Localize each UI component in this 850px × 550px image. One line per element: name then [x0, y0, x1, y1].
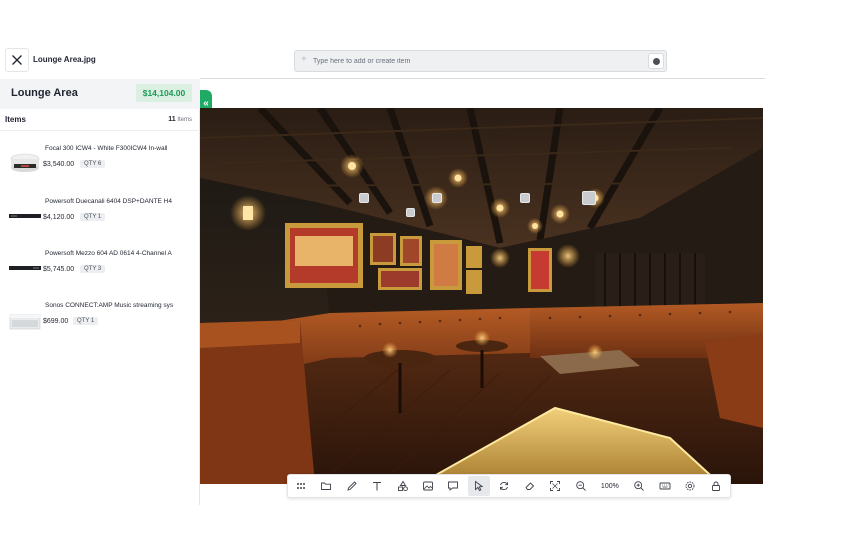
zoom-out-tool[interactable] — [570, 476, 592, 496]
lock-tool[interactable] — [705, 476, 727, 496]
items-count-suffix: Items — [177, 117, 192, 123]
fit-screen-tool[interactable] — [544, 476, 566, 496]
zoom-in-tool[interactable] — [628, 476, 650, 496]
items-count: 11 Items — [168, 116, 192, 123]
fit-screen-icon — [550, 481, 561, 491]
room-header: Lounge Area $14,104.00 — [0, 79, 200, 109]
product-price: $699.00 — [43, 318, 69, 325]
room-name: Lounge Area — [11, 87, 78, 99]
zoom-out-icon — [575, 481, 586, 491]
shapes-icon — [397, 480, 408, 492]
plus-icon: + — [301, 54, 307, 65]
comment-tool[interactable] — [443, 476, 465, 496]
lock-icon — [711, 481, 720, 491]
comment-icon — [448, 481, 459, 491]
image-tool[interactable] — [417, 476, 439, 496]
double-chevron-left-icon: « — [203, 97, 209, 109]
eraser-icon — [525, 482, 534, 490]
close-icon — [12, 55, 22, 65]
grid-tool[interactable] — [290, 476, 312, 496]
qty-badge: QTY 6 — [80, 160, 106, 168]
product-name: Focal 300 ICW4 - White F300ICW4 In-wall — [45, 145, 168, 152]
device-marker[interactable] — [520, 193, 530, 203]
add-item-action-button[interactable] — [648, 53, 664, 69]
refresh-icon — [500, 481, 509, 491]
lounge-room-photo[interactable] — [200, 108, 763, 484]
image-icon — [423, 481, 433, 491]
device-marker[interactable] — [582, 191, 596, 205]
product-name: Sonos CONNECT:AMP Music streaming sys — [45, 302, 174, 309]
bottom-toolbar: 100% — [287, 474, 731, 498]
text-icon — [373, 482, 382, 491]
qty-badge: QTY 1 — [80, 213, 106, 221]
list-item[interactable]: Powersoft Mezzo 604 AD 0614 4-Channel A … — [0, 245, 200, 297]
add-item-input[interactable] — [313, 54, 633, 68]
product-name: Powersoft Duecanali 6404 DSP+DANTE H4 — [45, 198, 172, 205]
close-button[interactable] — [5, 48, 29, 72]
product-name: Powersoft Mezzo 604 AD 0614 4-Channel A — [45, 250, 172, 257]
app-window: Lounge Area.jpg + Lounge Area $14,104.00… — [0, 0, 850, 550]
select-tool[interactable] — [467, 476, 490, 496]
list-item[interactable]: Powersoft Duecanali 6404 DSP+DANTE H4 $4… — [0, 193, 200, 245]
device-marker[interactable] — [432, 193, 442, 203]
qty-badge: QTY 3 — [80, 265, 106, 273]
room-total-badge: $14,104.00 — [136, 84, 192, 102]
items-label: Items — [5, 115, 26, 124]
pencil-icon — [347, 481, 357, 491]
amplifier-thumbnail — [9, 203, 41, 227]
qty-badge: QTY 1 — [73, 317, 99, 325]
keyboard-icon — [659, 482, 671, 490]
refresh-tool[interactable] — [493, 476, 515, 496]
settings-tool[interactable] — [679, 476, 701, 496]
sonos-amp-thumbnail — [9, 311, 41, 335]
grid-icon — [296, 483, 305, 489]
photo-illustration — [200, 108, 763, 484]
record-dot-icon — [652, 57, 660, 65]
sidebar: Lounge Area $14,104.00 Items 11 Items Fo… — [0, 79, 200, 505]
folder-icon — [321, 482, 332, 490]
product-price: $5,745.00 — [43, 266, 75, 273]
shapes-tool[interactable] — [392, 476, 414, 496]
list-item[interactable]: Sonos CONNECT:AMP Music streaming sys $6… — [0, 297, 200, 349]
items-header: Items 11 Items — [0, 109, 200, 131]
text-tool[interactable] — [366, 476, 388, 496]
product-price: $4,120.00 — [43, 214, 75, 221]
pencil-tool[interactable] — [341, 476, 363, 496]
eraser-tool[interactable] — [519, 476, 541, 496]
list-item[interactable]: Focal 300 ICW4 - White F300ICW4 In-wall … — [0, 141, 200, 193]
device-marker[interactable] — [406, 208, 415, 217]
select-cursor-icon — [474, 480, 484, 492]
add-item-bar[interactable]: + — [294, 50, 667, 72]
amplifier-thumbnail — [9, 255, 41, 279]
keyboard-tool[interactable] — [654, 476, 676, 496]
items-count-number: 11 — [168, 116, 176, 123]
ceiling-speaker-thumbnail — [9, 151, 41, 175]
product-price: $3,540.00 — [43, 161, 75, 168]
zoom-level: 100% — [600, 482, 619, 490]
zoom-in-icon — [634, 481, 645, 491]
device-marker[interactable] — [359, 193, 369, 203]
file-title: Lounge Area.jpg — [33, 55, 96, 64]
header-divider — [200, 78, 765, 79]
folder-tool[interactable] — [315, 476, 337, 496]
settings-icon — [685, 481, 695, 491]
